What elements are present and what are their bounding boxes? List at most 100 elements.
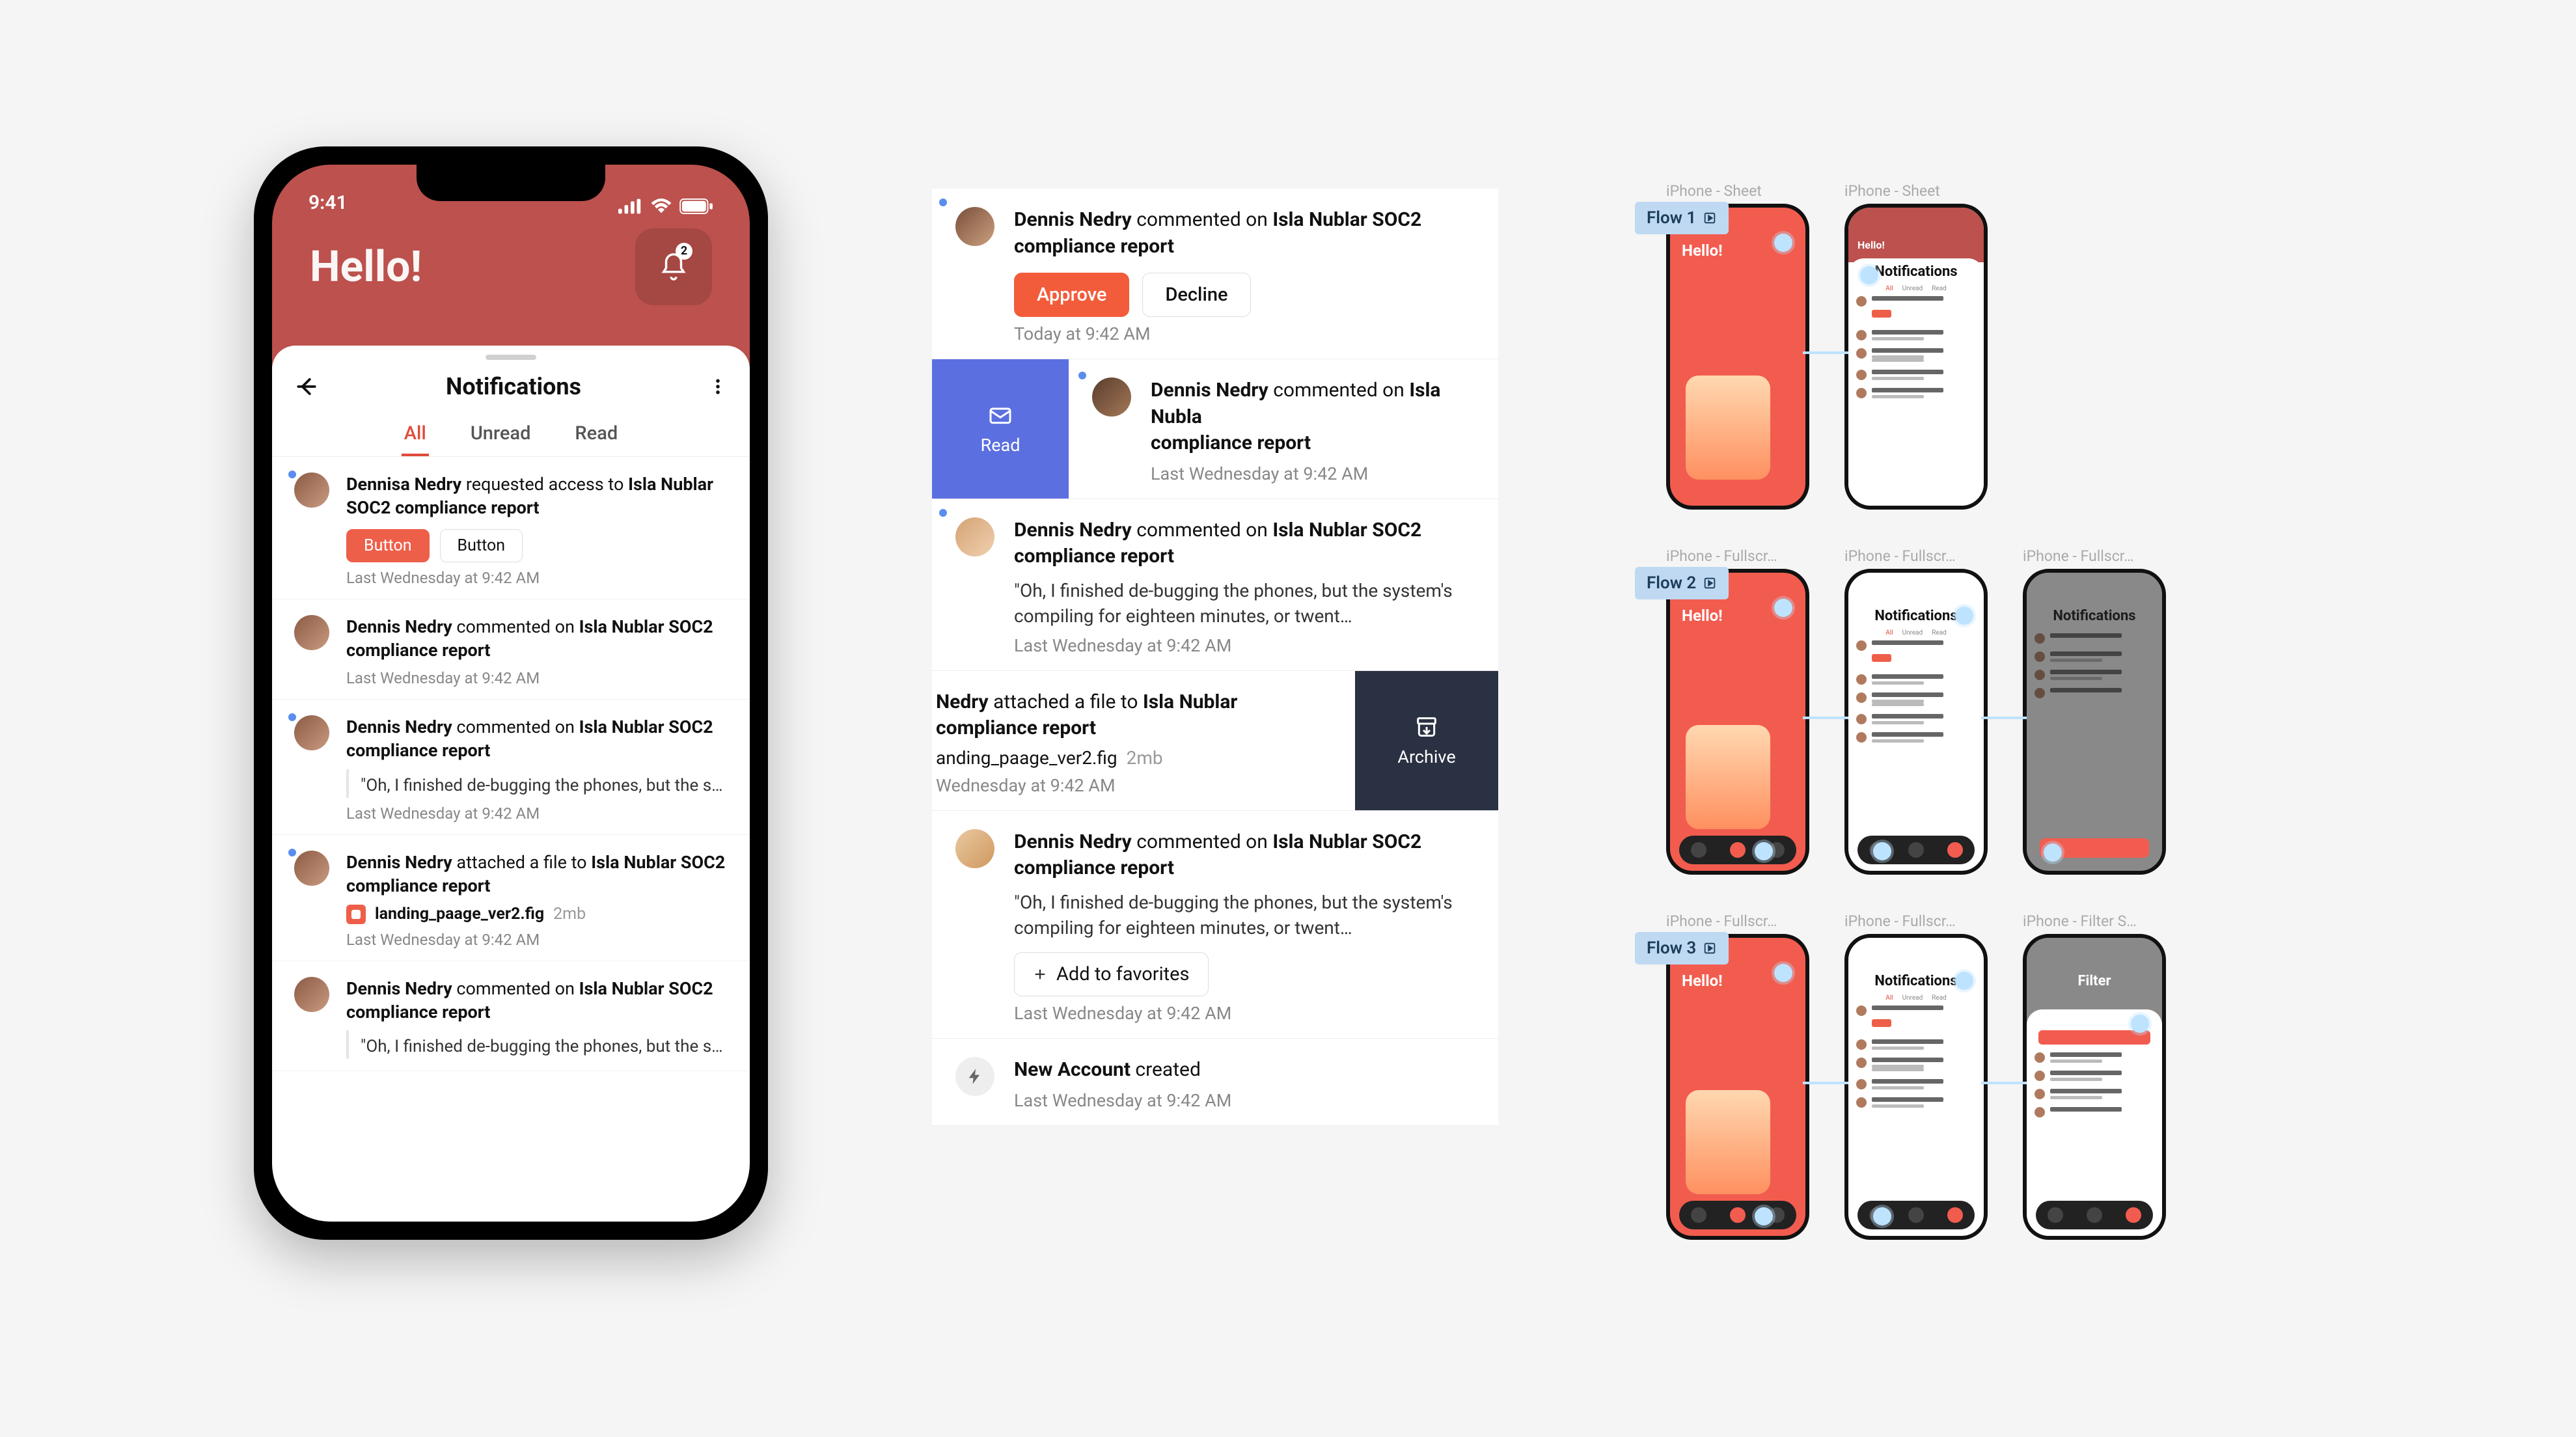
hotspot[interactable] [2044, 843, 2062, 862]
flow-thumbnail[interactable]: Notifications [2023, 569, 2166, 875]
file-name: anding_paage_ver2.fig [936, 747, 1117, 769]
swipe-action-archive[interactable]: Archive [1355, 671, 1498, 810]
timestamp: Last Wednesday at 9:42 AM [346, 931, 728, 949]
list-item[interactable]: Dennis Nedry commented on Isla Nublar SO… [272, 599, 750, 700]
approve-button[interactable]: Approve [1014, 273, 1129, 317]
list-item[interactable]: Dennisa Nedry requested access to Isla N… [272, 457, 750, 599]
add-to-favorites-button[interactable]: Add to favorites [1014, 952, 1209, 996]
bolt-icon [955, 1057, 994, 1096]
file-icon [346, 905, 366, 924]
unread-dot [286, 469, 298, 480]
tab-all[interactable]: All [402, 413, 429, 456]
notification-card[interactable]: New Account created Last Wednesday at 9:… [932, 1039, 1498, 1126]
flow-thumbnail[interactable]: Hello! Notifications AllUnreadRead [1844, 204, 1988, 510]
list-item[interactable]: Dennis Nedry attached a file to Isla Nub… [272, 835, 750, 961]
notification-card[interactable]: Dennis Nedry commented on Isla Nublar SO… [932, 811, 1498, 1039]
avatar [955, 829, 994, 868]
flow-connector [1981, 717, 2027, 719]
notification-card[interactable]: Dennis Nedry commented on Isla Nublar SO… [932, 499, 1498, 671]
flows-overview: Flow 1 iPhone - Sheet Hello! iPhone - Sh… [1666, 182, 2369, 1278]
more-icon[interactable] [708, 374, 728, 399]
hotspot[interactable] [1955, 607, 1973, 625]
avatar [294, 715, 329, 750]
flow-row: Flow 3 iPhone - Fullscr… Hello! iPhone -… [1666, 912, 2369, 1240]
tab-bar [1679, 836, 1796, 864]
list-item[interactable]: Dennis Nedry commented on Isla Nublar SO… [272, 961, 750, 1072]
list-item[interactable]: Dennis Nedry commented on Isla Nublar SO… [272, 700, 750, 835]
comment-quote: "Oh, I finished de-bugging the phones, b… [346, 1030, 728, 1059]
frame-label: iPhone - Sheet [1844, 182, 1988, 200]
hotspot[interactable] [1774, 964, 1792, 982]
flow-connector [1803, 351, 1848, 354]
hotspot[interactable] [1873, 1207, 1891, 1225]
notification-card[interactable]: Dennis Nedry commented on Isla Nublar SO… [932, 189, 1498, 359]
notification-card-swiped[interactable]: Archive Nedry attached a file to Isla Nu… [932, 671, 1498, 811]
notification-text: New Account created [1014, 1057, 1475, 1084]
tab-read[interactable]: Read [572, 413, 620, 456]
timestamp: Last Wednesday at 9:42 AM [1014, 1090, 1475, 1111]
notifications-bell-button[interactable]: 2 [635, 228, 712, 305]
flow-thumbnail[interactable]: Hello! [1666, 569, 1809, 875]
timestamp: Wednesday at 9:42 AM [936, 775, 1332, 796]
hotspot[interactable] [1873, 842, 1891, 860]
timestamp: Last Wednesday at 9:42 AM [1014, 1003, 1475, 1024]
flow-thumbnail[interactable]: Hello! [1666, 204, 1809, 510]
frame-label: iPhone - Fullscr… [1844, 547, 1988, 565]
decline-button[interactable]: Decline [1142, 273, 1250, 317]
attachment[interactable]: landing_paage_ver2.fig 2mb [346, 905, 728, 924]
flow-tag[interactable]: Flow 3 [1635, 932, 1729, 965]
flow-thumbnail[interactable]: Notifications AllUnreadRead [1844, 934, 1988, 1240]
unread-dot [286, 847, 298, 858]
flow-row: Flow 2 iPhone - Fullscr… Hello! iPhone -… [1666, 547, 2369, 875]
unread-dot [286, 711, 298, 723]
notch [417, 165, 605, 201]
comment-quote: "Oh, I finished de-bugging the phones, b… [1014, 578, 1475, 629]
secondary-button[interactable]: Button [440, 529, 523, 562]
attachment[interactable]: anding_paage_ver2.fig 2mb [936, 747, 1332, 769]
flow-thumbnail[interactable]: Hello! [1666, 934, 1809, 1240]
sheet-title: Notifications [446, 373, 581, 400]
avatar [294, 851, 329, 886]
timestamp: Last Wednesday at 9:42 AM [346, 569, 728, 587]
detail-column: Dennis Nedry commented on Isla Nublar SO… [932, 189, 1498, 1126]
tab-bar [1679, 1201, 1796, 1229]
hotspot[interactable] [1955, 972, 1973, 990]
flow-thumbnail[interactable]: Notifications AllUnreadRead [1844, 569, 1988, 875]
hotspot[interactable] [2131, 1015, 2149, 1033]
flow-tag[interactable]: Flow 2 [1635, 567, 1729, 599]
play-icon [1703, 576, 1717, 590]
flow-thumbnail[interactable]: Filter [2023, 934, 2166, 1240]
plus-icon [1033, 967, 1047, 981]
hotspot[interactable] [1755, 1207, 1773, 1225]
hotspot[interactable] [1774, 234, 1792, 252]
flow-tag[interactable]: Flow 1 [1635, 202, 1729, 234]
flow-connector [1981, 1082, 2027, 1084]
status-time: 9:41 [308, 191, 348, 214]
thumb-wrap: iPhone - Sheet Hello! Notifications AllU… [1844, 182, 1988, 510]
avatar [294, 977, 329, 1012]
flow-connector [1803, 1082, 1848, 1084]
sheet-grabber[interactable] [486, 355, 536, 360]
timestamp: Last Wednesday at 9:42 AM [346, 804, 728, 823]
avatar [294, 472, 329, 508]
notification-card-swiped[interactable]: Read Dennis Nedry commented on Isla Nubl… [932, 359, 1498, 499]
tab-unread[interactable]: Unread [468, 413, 534, 456]
hotspot[interactable] [1755, 842, 1773, 860]
avatar [955, 517, 994, 556]
frame-label: iPhone - Fullscr… [1844, 912, 1988, 930]
frame-label: iPhone - Filter S… [2023, 912, 2166, 930]
archive-icon [1414, 714, 1440, 740]
notification-text: Nedry attached a file to Isla Nublarcomp… [936, 689, 1332, 742]
timestamp: Last Wednesday at 9:42 AM [1151, 463, 1475, 484]
primary-button[interactable]: Button [346, 529, 430, 562]
frame-label: iPhone - Fullscr… [1666, 912, 1809, 930]
illustration [1686, 376, 1770, 480]
flow-row: Flow 1 iPhone - Sheet Hello! iPhone - Sh… [1666, 182, 2369, 510]
hotspot[interactable] [1774, 599, 1792, 617]
tab-bar [2036, 1201, 2153, 1229]
swipe-action-read[interactable]: Read [932, 359, 1069, 499]
avatar [1092, 377, 1131, 417]
hotspot[interactable] [1860, 266, 1878, 284]
back-icon[interactable] [294, 374, 319, 399]
comment-quote: "Oh, I finished de-bugging the phones, b… [1014, 890, 1475, 940]
